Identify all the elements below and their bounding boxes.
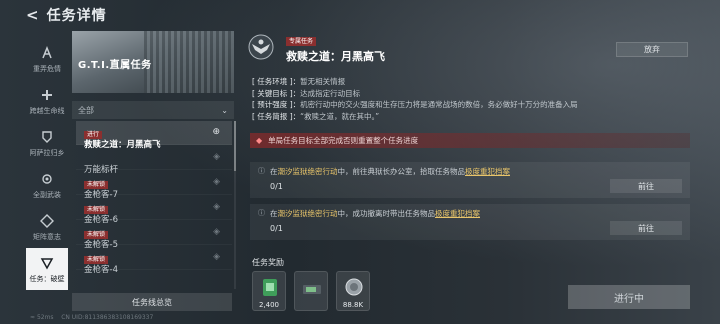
mission-title: 救赎之道：月黑高飞 [286, 50, 385, 63]
back-arrow-icon[interactable]: < [26, 6, 39, 24]
nav-item-5[interactable]: 矩阵意志 [26, 206, 68, 248]
in-progress-button[interactable]: 进行中 [568, 285, 690, 309]
banner-title: G.T.I.直属任务 [78, 60, 152, 71]
reward-item[interactable]: 2,400 [252, 271, 286, 311]
crosshair-icon: ⊕ [212, 127, 220, 137]
go-button[interactable]: 前往 [610, 221, 682, 235]
page-title: 任务详情 [46, 8, 107, 24]
locked-icon: ◈ [213, 227, 220, 237]
nav-item-2[interactable]: 跨越生命线 [26, 80, 68, 122]
reward-item[interactable]: 88.8K [336, 271, 370, 311]
task-line-overview-button[interactable]: 任务线总览 [72, 293, 232, 311]
objective-row: ⓘ 在潮汐监狱绝密行动中，成功撤离时带出任务物品极度重犯档案 0/1 前往 [250, 204, 690, 240]
task-tag: 未解锁 [84, 206, 109, 214]
reward-value: 2,400 [258, 301, 280, 309]
objective-text: 在潮汐监狱绝密行动中，成功撤离时带出任务物品极度重犯档案 [270, 209, 480, 218]
chevron-down-icon: ⌄ [221, 105, 228, 115]
task-tag: 未解锁 [84, 256, 109, 264]
task-list-item[interactable]: 万能标杆 ◈ [76, 146, 232, 175]
mission-type-tag: 专属任务 [286, 37, 317, 46]
info-icon: ⓘ [258, 167, 265, 175]
task-tag: 未解锁 [84, 181, 109, 189]
gear-icon [38, 170, 56, 188]
locked-icon: ◈ [213, 252, 220, 262]
warning-diamond-icon: ◆ [256, 136, 263, 145]
objective-row: ⓘ 在潮汐监狱绝密行动中，前往典狱长办公室，拾取任务物品极度重犯档案 0/1 前… [250, 162, 690, 198]
cross-plus-icon [38, 86, 56, 104]
green-card-icon [263, 279, 277, 296]
task-list-item[interactable]: 未解锁 金枪客-7 ◈ [76, 171, 232, 200]
filter-value: 全部 [78, 105, 94, 115]
objective-progress: 0/1 [270, 182, 283, 191]
task-list-item[interactable]: 未解锁 金枪客-6 ◈ [76, 196, 232, 225]
info-icon: ⓘ [258, 209, 265, 217]
task-list-item[interactable]: 未解锁 金枪客-4 ◈ [76, 246, 232, 275]
category-nav: 重弄危情 跨越生命线 阿萨拉归乡 全副武装 矩阵意志 任务：破壁 [26, 38, 68, 290]
reward-value: 88.8K [342, 301, 364, 309]
locked-icon: ◈ [213, 177, 220, 187]
locked-icon: ◈ [213, 152, 220, 162]
info-line: [ 预计强度 ]：机密行动中的交火强度和生存压力将是通常战场的数倍，务必做好十万… [252, 100, 578, 109]
scrollbar-thumb[interactable] [234, 121, 236, 171]
warning-banner: ◆ 单局任务目标全部完成否则重置整个任务进度 [250, 133, 690, 148]
uid-text: CN UID:811386383108169337 [61, 314, 154, 321]
lambda-icon [38, 44, 56, 62]
nav-item-6[interactable]: 任务：破壁 [26, 248, 68, 290]
status-footer: ≈ 52ms CN UID:811386383108169337 [30, 314, 153, 321]
banner-art [144, 31, 234, 93]
nav-item-1[interactable]: 重弄危情 [26, 38, 68, 80]
coin-icon [345, 278, 363, 296]
locked-icon: ◈ [213, 202, 220, 212]
top-header: < 任务详情 [0, 0, 720, 30]
mission-info: [ 任务环境 ]：暂无相关情报 [ 关键目标 ]：达成指定行动目标 [ 预计强度… [252, 76, 682, 122]
go-button[interactable]: 前往 [610, 179, 682, 193]
nav-item-4[interactable]: 全副武装 [26, 164, 68, 206]
triangle-icon [38, 254, 56, 272]
info-line: [ 任务简报 ]：“救赎之道，就在其中。” [252, 111, 380, 121]
task-filter-dropdown[interactable]: 全部 ⌄ [72, 101, 234, 119]
info-line: [ 任务环境 ]：暂无相关情报 [252, 77, 346, 86]
ping-text: 52ms [36, 314, 54, 321]
nav-item-3[interactable]: 阿萨拉归乡 [26, 122, 68, 164]
task-list-item[interactable]: 未解锁 金枪客-5 ◈ [76, 221, 232, 250]
task-line-banner: G.T.I.直属任务 [72, 31, 234, 93]
wifi-icon: ≈ [30, 314, 36, 321]
task-list: 进行 救赎之道：月黑高飞 ⊕ 万能标杆 ◈ 未解锁 金枪客-7 ◈ 未解锁 金枪… [76, 121, 232, 289]
objective-text: 在潮汐监狱绝密行动中，前往典狱长办公室，拾取任务物品极度重犯档案 [270, 167, 510, 176]
info-line: [ 关键目标 ]：达成指定行动目标 [252, 88, 361, 98]
task-list-item[interactable]: 进行 救赎之道：月黑高飞 ⊕ [76, 121, 232, 150]
task-tag: 进行 [84, 131, 103, 139]
mission-detail-panel: 专属任务 救赎之道：月黑高飞 放弃 [ 任务环境 ]：暂无相关情报 [ 关键目标… [248, 32, 700, 324]
task-list-scrollbar[interactable] [234, 121, 236, 289]
reward-item[interactable] [294, 271, 328, 311]
task-tag: 未解锁 [84, 231, 109, 239]
objective-progress: 0/1 [270, 224, 283, 233]
diamond-icon [38, 212, 56, 230]
shield-icon [38, 128, 56, 146]
rewards-label: 任务奖励 [252, 258, 284, 267]
abandon-button[interactable]: 放弃 [616, 42, 688, 57]
warning-text: 单局任务目标全部完成否则重置整个任务进度 [268, 136, 419, 145]
ammo-box-icon [303, 285, 321, 294]
task-name: 金枪客-4 [84, 265, 118, 275]
eagle-emblem-icon [248, 34, 274, 60]
